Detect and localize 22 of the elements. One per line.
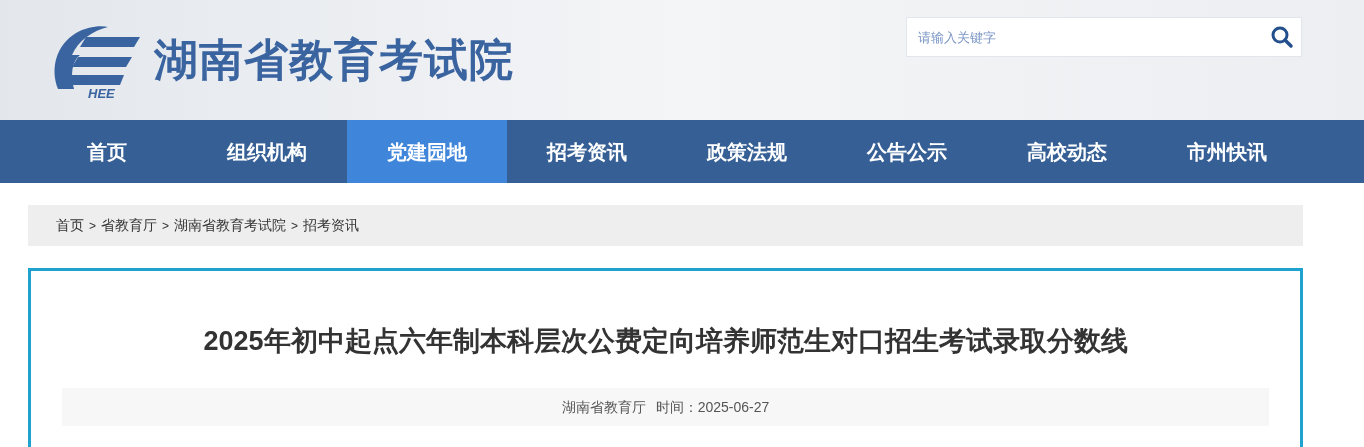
nav-tab[interactable]: 市州快讯 bbox=[1147, 120, 1307, 183]
breadcrumb-link[interactable]: 首页 bbox=[56, 215, 84, 236]
nav-tab[interactable]: 公告公示 bbox=[827, 120, 987, 183]
nav-tab[interactable]: 党建园地 bbox=[347, 120, 507, 183]
article-time: 时间：2025-06-27 bbox=[655, 397, 770, 417]
logo-text: HEE bbox=[88, 87, 115, 101]
breadcrumb-link[interactable]: 湖南省教育考试院 bbox=[174, 215, 287, 236]
nav-tab[interactable]: 招考资讯 bbox=[507, 120, 667, 183]
nav-tab[interactable]: 首页 bbox=[27, 120, 187, 183]
breadcrumb-separator: > bbox=[162, 217, 170, 235]
breadcrumb-link[interactable]: 省教育厅 bbox=[101, 215, 157, 236]
breadcrumb-link[interactable]: 招考资讯 bbox=[303, 215, 360, 236]
nav-tab[interactable]: 高校动态 bbox=[987, 120, 1147, 183]
nav-tab[interactable]: 组织机构 bbox=[187, 120, 347, 183]
search-field[interactable]: 请输入关键字 bbox=[906, 17, 1302, 57]
breadcrumb-separator: > bbox=[291, 217, 299, 235]
site-title: 湖南省教育考试院 bbox=[154, 34, 514, 86]
article-title: 2025年初中起点六年制本科层次公费定向培养师范生对口招生考试录取分数线 bbox=[202, 325, 1129, 358]
search-icon[interactable] bbox=[1270, 25, 1294, 49]
nav-tab[interactable]: 政策法规 bbox=[667, 120, 827, 183]
article-source: 湖南省教育厅 bbox=[561, 397, 646, 417]
breadcrumb-separator: > bbox=[89, 217, 96, 235]
